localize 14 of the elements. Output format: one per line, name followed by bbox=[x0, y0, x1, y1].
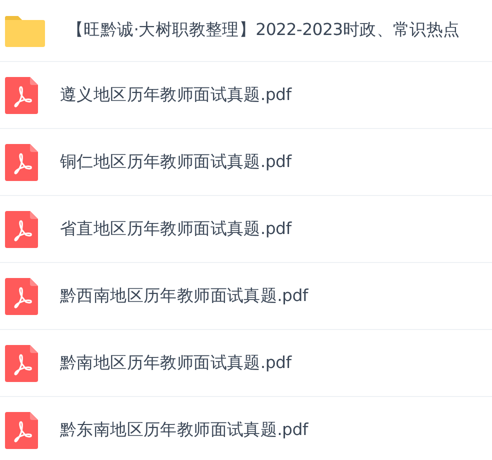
folder-icon bbox=[5, 14, 45, 46]
file-name[interactable]: 遵义地区历年教师面试真题.pdf bbox=[60, 82, 292, 108]
pdf-file-icon bbox=[5, 76, 38, 114]
file-name[interactable]: 省直地区历年教师面试真题.pdf bbox=[60, 216, 292, 242]
file-name[interactable]: 黔西南地区历年教师面试真题.pdf bbox=[60, 284, 308, 308]
pdf-file-icon bbox=[5, 344, 38, 382]
pdf-file-icon bbox=[5, 144, 38, 180]
pdf-file-icon bbox=[5, 412, 38, 448]
folder-name[interactable]: 【旺黔诚·大树职教整理】2022-2023时政、常识热点 bbox=[67, 18, 460, 43]
file-name[interactable]: 黔南地区历年教师面试真题.pdf bbox=[60, 350, 292, 376]
file-name[interactable]: 黔东南地区历年教师面试真题.pdf bbox=[60, 418, 308, 442]
file-name[interactable]: 铜仁地区历年教师面试真题.pdf bbox=[60, 150, 292, 174]
pdf-file-icon bbox=[5, 278, 38, 314]
pdf-file-icon bbox=[5, 210, 38, 248]
